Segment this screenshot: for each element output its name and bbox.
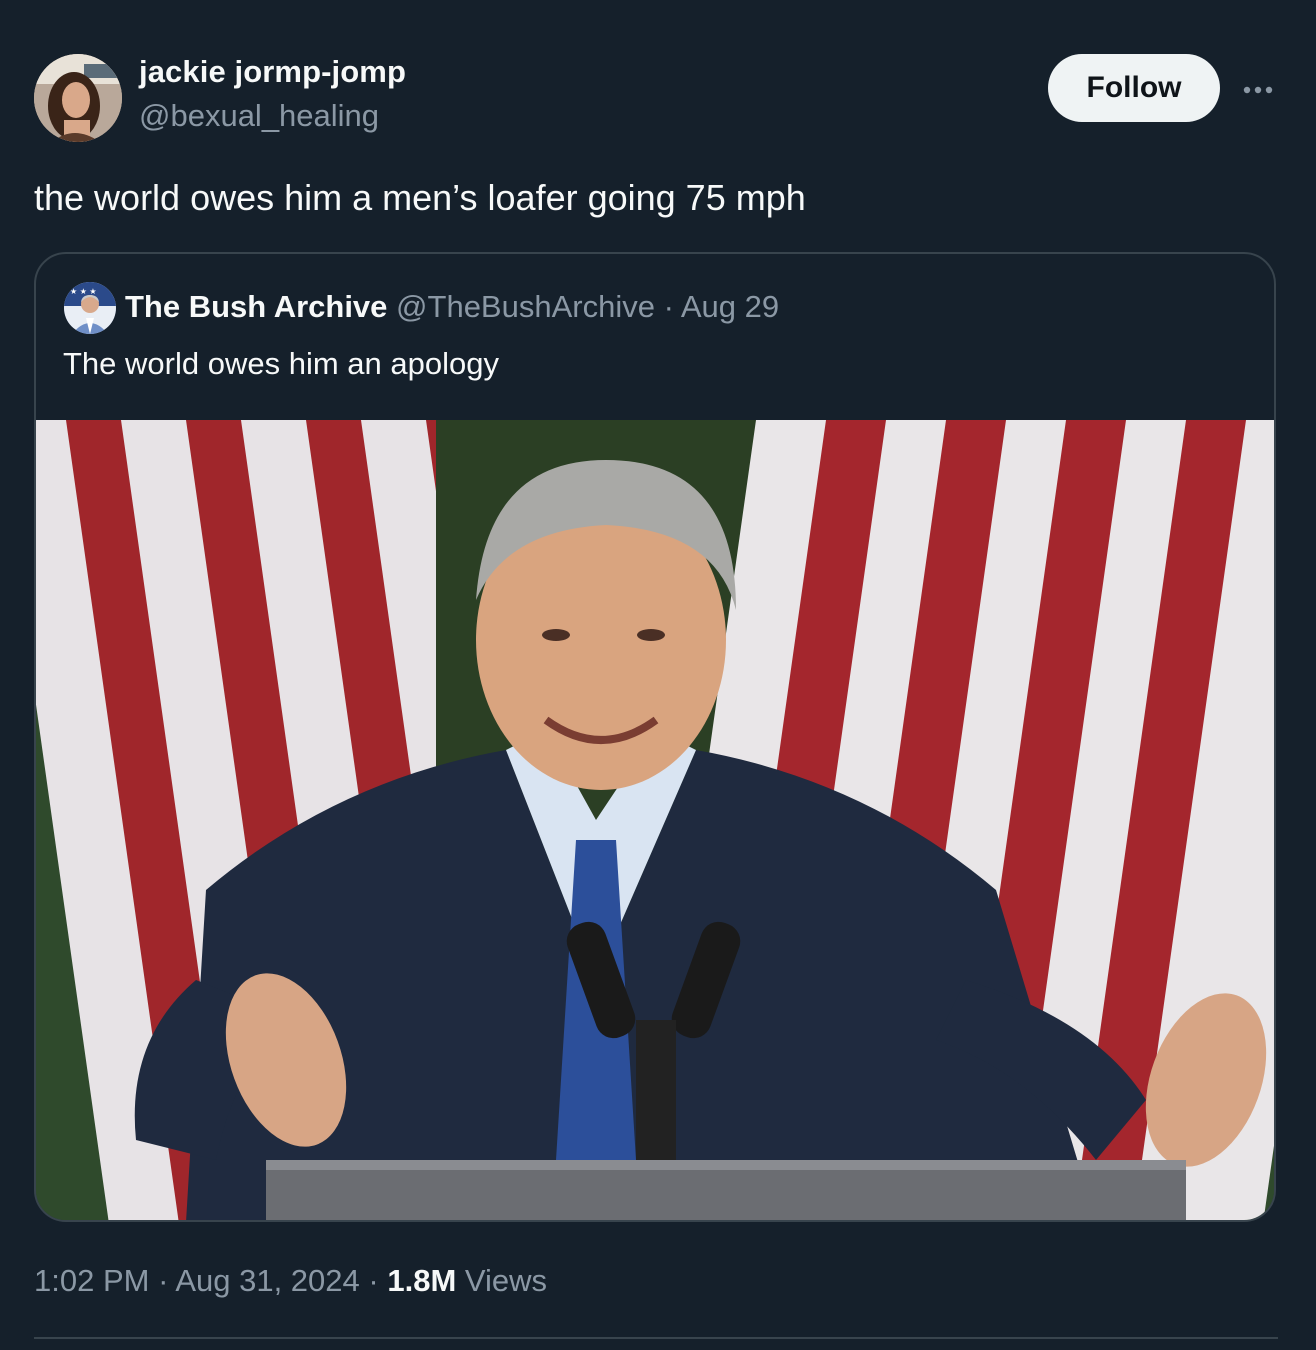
tweet-time[interactable]: 1:02 PM xyxy=(34,1263,149,1298)
quoted-tweet[interactable]: ★ ★ ★ The Bush Archive @TheBushArchive ·… xyxy=(34,252,1276,1222)
author-handle[interactable]: @bexual_healing xyxy=(139,98,379,134)
svg-text:★ ★ ★: ★ ★ ★ xyxy=(70,287,97,296)
quoted-author-display-name[interactable]: The Bush Archive xyxy=(125,289,387,324)
tweet-date[interactable]: Aug 31, 2024 xyxy=(175,1263,359,1298)
author-display-name[interactable]: jackie jormp-jomp xyxy=(139,54,406,90)
views-count: 1.8M xyxy=(387,1263,457,1298)
quoted-author-handle[interactable]: @TheBushArchive xyxy=(396,289,655,324)
tweet-text: the world owes him a men’s loafer going … xyxy=(34,177,806,218)
author-avatar[interactable] xyxy=(34,54,122,142)
more-options-button[interactable] xyxy=(1238,70,1278,110)
follow-button[interactable]: Follow xyxy=(1048,54,1220,122)
quoted-tweet-photo[interactable] xyxy=(36,420,1274,1220)
views-label: Views xyxy=(464,1263,548,1298)
meta-separator-2: · xyxy=(368,1263,379,1298)
more-horizontal-icon xyxy=(1243,86,1273,94)
quoted-tweet-date[interactable]: Aug 29 xyxy=(681,289,779,324)
meta-separator-1: · xyxy=(158,1263,169,1298)
author-avatar-image xyxy=(34,54,122,142)
quoted-tweet-header: The Bush Archive @TheBushArchive · Aug 2… xyxy=(125,288,779,326)
tweet: jackie jormp-jomp @bexual_healing Follow… xyxy=(0,0,1316,1350)
photo-image xyxy=(36,420,1274,1220)
quoted-tweet-text: The world owes him an apology xyxy=(63,346,499,381)
divider xyxy=(34,1337,1278,1339)
quoted-author-avatar[interactable]: ★ ★ ★ xyxy=(64,282,116,334)
tweet-meta: 1:02 PM · Aug 31, 2024 · 1.8M Views xyxy=(34,1261,547,1301)
quoted-meta-separator: · xyxy=(663,289,674,324)
quoted-author-avatar-image: ★ ★ ★ xyxy=(64,282,116,334)
